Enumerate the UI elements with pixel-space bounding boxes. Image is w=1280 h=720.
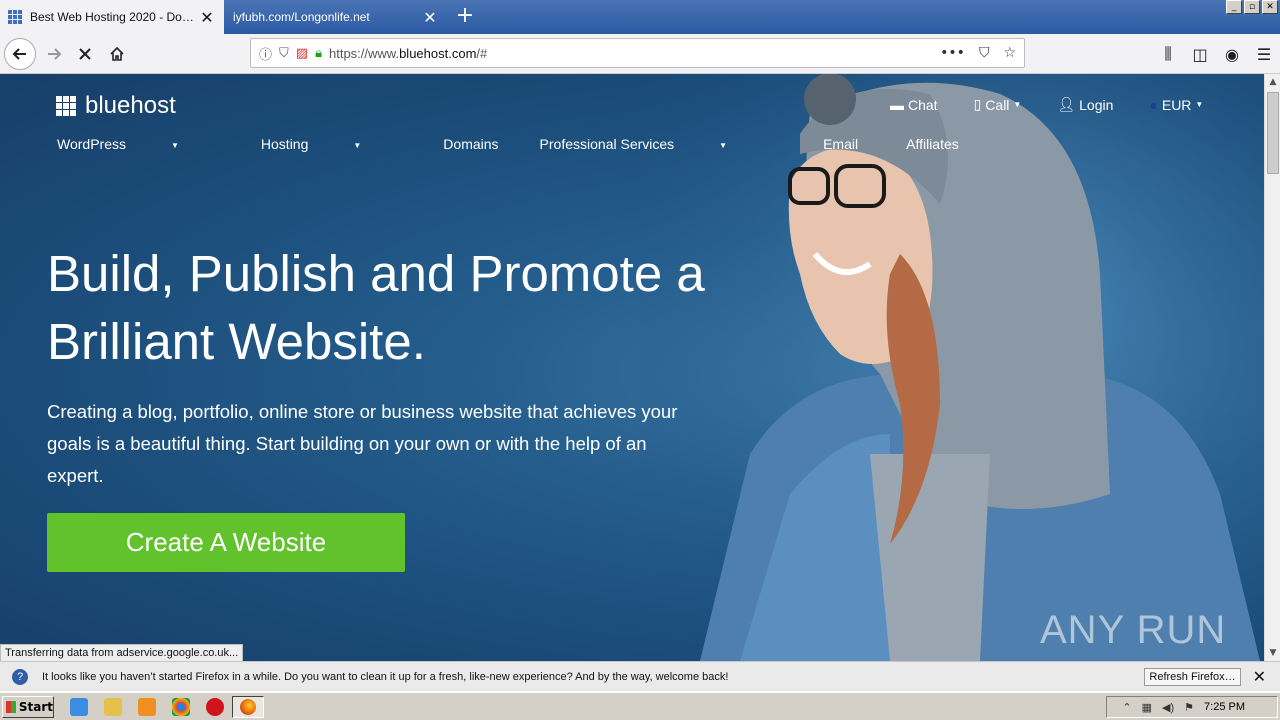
home-icon	[110, 46, 124, 61]
url-text[interactable]: https://www.bluehost.com/#	[329, 46, 940, 61]
scroll-thumb[interactable]	[1267, 92, 1279, 174]
bluehost-favicon-icon	[8, 10, 22, 24]
anyrun-watermark: ANY RUN	[1040, 608, 1227, 652]
network-icon[interactable]: ▦	[1142, 701, 1152, 714]
chat-bubble-icon: ▬	[890, 96, 904, 113]
permission-blocked-icon[interactable]: ▨	[296, 46, 308, 61]
forward-arrow-icon	[48, 48, 62, 60]
scroll-up-icon[interactable]: ▲	[1265, 74, 1280, 90]
utility-nav: ▬ Chat ▯ Call ▼ 👤︎ Login ● EUR ▼	[890, 96, 1203, 113]
hero-title: Build, Publish and Promote a Brilliant W…	[47, 245, 705, 370]
tab-bluehost[interactable]: Best Web Hosting 2020 - Domains ✕	[0, 0, 224, 34]
opera-icon[interactable]	[206, 698, 224, 716]
close-tab-icon[interactable]: ✕	[198, 8, 216, 27]
windows-taskbar: Start ⌃ ▦ ◀) ⚑ 7:25 PM	[0, 692, 1280, 720]
menu-wordpress[interactable]: WordPress ▼	[57, 136, 220, 152]
home-button[interactable]	[101, 38, 133, 70]
firefox-icon	[240, 699, 256, 715]
tab-strip: Best Web Hosting 2020 - Domains ✕ iyfubh…	[0, 0, 1280, 34]
new-tab-button[interactable]: +	[452, 4, 478, 30]
sidebar-icon[interactable]: ◫	[1184, 38, 1216, 70]
hero-subtitle: Creating a blog, portfolio, online store…	[47, 401, 678, 486]
menu-affiliates[interactable]: Affiliates	[906, 136, 959, 152]
bookmark-star-icon[interactable]: ☆	[1003, 45, 1016, 61]
menu-email[interactable]: Email	[823, 136, 858, 152]
menu-professional-services[interactable]: Professional Services ▼	[540, 136, 769, 152]
tab-iyfubh[interactable]: iyfubh.com/Longonlife.net ✕	[225, 0, 447, 34]
phone-icon: ▯	[973, 96, 982, 112]
refresh-notification-bar: ? It looks like you haven’t started Fire…	[0, 661, 1280, 691]
scroll-down-icon[interactable]: ▼	[1265, 645, 1280, 661]
forward-button[interactable]	[38, 38, 70, 70]
call-link[interactable]: ▯ Call ▼	[974, 96, 1022, 113]
login-link[interactable]: 👤︎ Login	[1057, 96, 1113, 113]
system-tray: ⌃ ▦ ◀) ⚑ 7:25 PM	[1106, 696, 1278, 718]
close-window-button[interactable]: ✕	[1262, 0, 1278, 14]
chat-link[interactable]: ▬ Chat	[890, 96, 938, 113]
create-website-button[interactable]: Create A Website	[47, 513, 405, 572]
stop-button[interactable]	[69, 38, 101, 70]
question-icon: ?	[12, 668, 28, 685]
caret-down-icon: ▼	[1013, 100, 1022, 109]
currency-selector[interactable]: ● EUR ▼	[1149, 96, 1203, 113]
close-icon[interactable]: ✕	[1253, 667, 1266, 687]
flag-icon[interactable]: ⚑	[1184, 701, 1194, 714]
clock[interactable]: 7:25 PM	[1204, 701, 1245, 713]
web-page: bluehost ▬ Chat ▯ Call ▼ 👤︎ Login ● EUR ▼ Word…	[0, 74, 1264, 661]
tray-expand-icon[interactable]: ⌃	[1122, 701, 1131, 714]
tab-title: Best Web Hosting 2020 - Domains	[30, 10, 198, 24]
navigation-toolbar: ⓘ ⛉ ▨ 🔒︎ https://www.bluehost.com/# ••• …	[0, 34, 1280, 74]
menu-hamburger-icon[interactable]: ☰	[1248, 38, 1280, 70]
window-controls: _ ▫ ✕	[1226, 0, 1278, 14]
windows-logo-icon	[6, 701, 16, 713]
menu-domains[interactable]: Domains	[443, 136, 498, 152]
library-icon[interactable]: ⫼	[1152, 38, 1184, 70]
minimize-button[interactable]: _	[1226, 0, 1242, 14]
pocket-icon[interactable]: ⛉	[979, 45, 990, 61]
restore-button[interactable]: ▫	[1244, 0, 1260, 14]
status-bar: Transferring data from adservice.google.…	[0, 644, 244, 661]
close-tab-icon[interactable]: ✕	[421, 8, 439, 27]
bluehost-logo[interactable]: bluehost	[56, 92, 176, 120]
notification-message: It looks like you haven’t started Firefo…	[42, 670, 729, 683]
menu-hosting[interactable]: Hosting ▼	[261, 136, 402, 152]
start-button[interactable]: Start	[2, 696, 54, 718]
info-icon[interactable]: ⓘ	[259, 44, 272, 63]
refresh-firefox-button[interactable]: Refresh Firefox…	[1144, 667, 1241, 686]
address-bar[interactable]: ⓘ ⛉ ▨ 🔒︎ https://www.bluehost.com/# ••• …	[250, 38, 1025, 68]
main-menu: WordPress ▼ Hosting ▼ Domains Professional…	[57, 136, 1000, 152]
back-arrow-icon	[12, 48, 26, 60]
lock-icon[interactable]: 🔒︎	[315, 46, 322, 61]
logo-grid-icon	[56, 96, 76, 116]
tab-title: iyfubh.com/Longonlife.net	[233, 10, 370, 24]
page-actions-icon[interactable]: •••	[940, 45, 965, 61]
user-icon: 👤︎	[1057, 96, 1076, 112]
tracking-shield-icon[interactable]: ⛉	[279, 46, 289, 61]
eu-flag-icon: ●	[1149, 96, 1158, 113]
logo-text: bluehost	[85, 92, 176, 119]
media-player-icon[interactable]	[138, 698, 156, 716]
caret-down-icon: ▼	[719, 140, 728, 150]
firefox-taskbar-button[interactable]	[232, 696, 264, 718]
stop-icon	[79, 48, 91, 60]
account-icon[interactable]: ◉	[1216, 38, 1248, 70]
caret-down-icon: ▼	[170, 140, 179, 150]
volume-icon[interactable]: ◀)	[1162, 701, 1174, 714]
ie-icon[interactable]	[70, 698, 88, 716]
chrome-icon[interactable]	[172, 698, 190, 716]
back-button[interactable]	[4, 38, 36, 70]
vertical-scrollbar[interactable]: ▲ ▼	[1264, 74, 1280, 661]
caret-down-icon: ▼	[353, 140, 362, 150]
caret-down-icon: ▼	[1195, 100, 1204, 109]
folder-icon[interactable]	[104, 698, 122, 716]
